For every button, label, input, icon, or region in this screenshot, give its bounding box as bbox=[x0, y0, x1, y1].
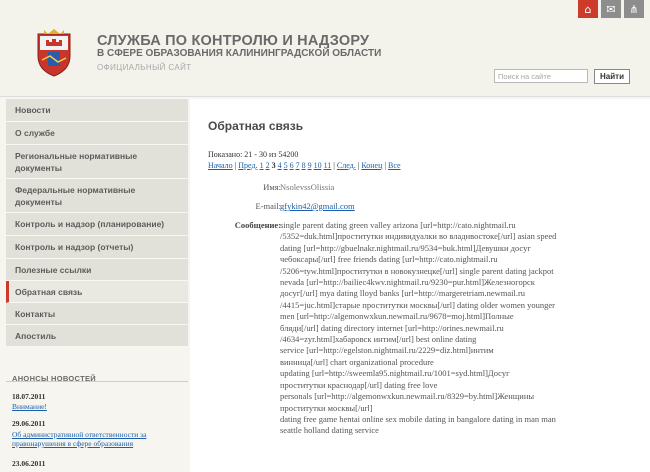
sidebar-item-label: Полезные ссылки bbox=[15, 264, 92, 275]
site-title-line2: В СФЕРЕ ОБРАЗОВАНИЯ КАЛИНИНГРАДСКОЙ ОБЛА… bbox=[97, 48, 382, 59]
pager-all-link[interactable]: Все bbox=[388, 161, 401, 170]
coat-of-arms-logo[interactable] bbox=[30, 28, 78, 78]
name-label: Имя: bbox=[263, 182, 281, 192]
sidebar-item-label: Контроль и надзор (отчеты) bbox=[15, 242, 134, 252]
sidebar-item-useful-links[interactable]: Полезные ссылки bbox=[6, 259, 188, 281]
search-button[interactable]: Найти bbox=[594, 69, 630, 84]
pager-last-link[interactable]: Конец bbox=[361, 161, 382, 170]
sidebar-item-label: Контроль и надзор (планирование) bbox=[15, 219, 165, 229]
search-input[interactable] bbox=[494, 69, 588, 83]
pager-page-2[interactable]: 2 bbox=[266, 161, 270, 170]
pagination: Начало | Пред. 1 2 3 4 5 6 7 8 9 10 11 |… bbox=[208, 161, 401, 170]
pager-page-7[interactable]: 7 bbox=[296, 161, 300, 170]
pager-page-1[interactable]: 1 bbox=[260, 161, 264, 170]
news-link[interactable]: Об административной ответственности за п… bbox=[12, 430, 172, 448]
pager-page-4[interactable]: 4 bbox=[278, 161, 282, 170]
top-icons: ⌂ ✉ ⋔ bbox=[578, 0, 644, 18]
mail-icon[interactable]: ✉ bbox=[601, 0, 621, 18]
home-icon[interactable]: ⌂ bbox=[578, 0, 598, 18]
sidebar-item-contacts[interactable]: Контакты bbox=[6, 303, 188, 325]
sidebar-item-label: Новости bbox=[15, 105, 51, 115]
sidebar-item-control-planning[interactable]: Контроль и надзор (планирование) bbox=[6, 213, 188, 236]
pager-first-link[interactable]: Начало bbox=[208, 161, 233, 170]
message-text: single parent dating green valley arizon… bbox=[280, 220, 557, 436]
pager-next-link[interactable]: След. bbox=[337, 161, 356, 170]
news-date: 23.06.2011 bbox=[12, 459, 46, 468]
sidebar-item-label: Контакты bbox=[15, 308, 56, 319]
sidebar-item-apostille[interactable]: Апостиль bbox=[6, 325, 188, 347]
name-value: NsolevssOlissia bbox=[280, 182, 335, 192]
message-label: Сообщение: bbox=[234, 220, 281, 230]
sidebar-item-label: Федеральные нормативные документы bbox=[15, 184, 136, 207]
sidebar-item-label: О службе bbox=[15, 128, 55, 138]
page-title: Обратная связь bbox=[208, 119, 304, 133]
news-date: 29.06.2011 bbox=[12, 419, 46, 428]
sitemap-icon[interactable]: ⋔ bbox=[624, 0, 644, 18]
sidebar-item-federal-docs[interactable]: Федеральные нормативные документы bbox=[6, 179, 188, 213]
site-header: ⌂ ✉ ⋔ СЛУЖБА ПО КОНТРОЛЮ И НАДЗОРУ В СФЕ… bbox=[0, 0, 650, 97]
news-divider bbox=[6, 381, 188, 382]
email-link[interactable]: gfykin42@gmail.com bbox=[280, 201, 355, 211]
pager-page-5[interactable]: 5 bbox=[284, 161, 288, 170]
sidebar-item-label: Региональные нормативные документы bbox=[15, 150, 138, 173]
pager-prev-link[interactable]: Пред. bbox=[238, 161, 257, 170]
pager-page-6[interactable]: 6 bbox=[290, 161, 294, 170]
pager-current-page: 3 bbox=[271, 161, 276, 170]
sidebar-item-control-reports[interactable]: Контроль и надзор (отчеты) bbox=[6, 236, 188, 259]
news-link[interactable]: Внимание! bbox=[12, 402, 172, 411]
site-subtitle: ОФИЦИАЛЬНЫЙ САЙТ bbox=[97, 63, 192, 72]
sidebar-item-label: Апостиль bbox=[15, 330, 57, 341]
sidebar-item-label: Обратная связь bbox=[15, 286, 83, 297]
sidebar-item-about[interactable]: О службе bbox=[6, 122, 188, 145]
site-title-line1: СЛУЖБА ПО КОНТРОЛЮ И НАДЗОРУ bbox=[97, 33, 370, 49]
pager-page-8[interactable]: 8 bbox=[302, 161, 306, 170]
sidebar-item-feedback[interactable]: Обратная связь bbox=[6, 281, 188, 303]
sidebar-nav: Новости О службе Региональные нормативны… bbox=[6, 99, 188, 347]
sidebar-item-regional-docs[interactable]: Региональные нормативные документы bbox=[6, 145, 188, 179]
pager-page-10[interactable]: 10 bbox=[314, 161, 322, 170]
sidebar-item-news[interactable]: Новости bbox=[6, 99, 188, 122]
news-date: 18.07.2011 bbox=[12, 392, 46, 401]
main-content: Обратная связь Показано: 21 - 30 из 5420… bbox=[190, 99, 650, 472]
pager-page-11[interactable]: 11 bbox=[324, 161, 332, 170]
pager-info: Показано: 21 - 30 из 54200 bbox=[208, 150, 299, 159]
email-label: E-mail: bbox=[255, 201, 282, 211]
pager-page-9[interactable]: 9 bbox=[308, 161, 312, 170]
